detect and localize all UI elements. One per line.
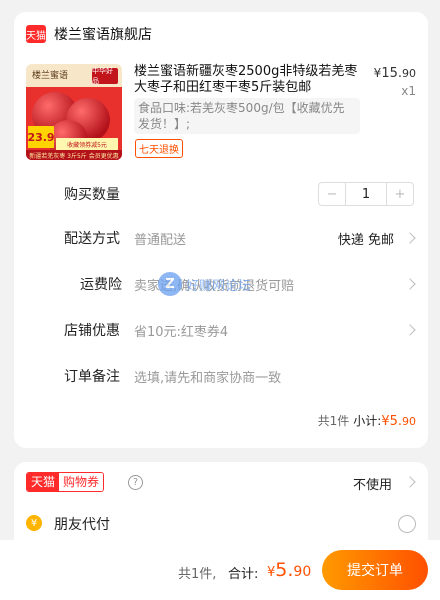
friend-pay-label: 朋友代付: [54, 517, 110, 533]
tmall-coupon-badge: 天猫 购物券: [26, 472, 105, 492]
footer-total-integer: 5.: [275, 559, 294, 581]
help-icon[interactable]: ?: [128, 475, 143, 490]
tmall-coupon-badge-a: 天猫: [27, 473, 60, 491]
watermark-text: 好赚网论坛: [186, 278, 252, 294]
product-spec[interactable]: 食品口味:若羌灰枣500g/包【收藏优先发货！】;: [134, 98, 360, 134]
delivery-label: 配送方式: [64, 231, 120, 247]
watermark-logo-icon: Z: [158, 272, 182, 296]
product-image-brand: 楼兰蜜语: [32, 71, 69, 81]
increment-button[interactable]: +: [387, 183, 413, 205]
forum-watermark: Z 好赚网论坛: [158, 272, 251, 296]
shop-header[interactable]: 天猫 楼兰蜜语旗舰店: [26, 24, 152, 44]
price-decimal: 90: [402, 67, 416, 80]
chevron-right-icon: [404, 232, 416, 244]
submit-order-button[interactable]: 提交订单: [322, 550, 428, 590]
decrement-button[interactable]: −: [319, 183, 345, 205]
quantity-row: 购买数量 − 1 +: [14, 182, 428, 206]
delivery-row[interactable]: 配送方式 普通配送 快递 免邮: [14, 226, 428, 250]
remark-input[interactable]: 选填,请先和商家协商一致: [134, 367, 281, 386]
subtotal-decimal: 90: [402, 415, 416, 428]
subtotal: 共1件 小计:¥5.90: [318, 412, 416, 429]
product-image[interactable]: 楼兰蜜语 中华好品 23.9 收藏领券减5元 新疆若羌灰枣 3斤5斤 会员更优惠: [26, 64, 122, 160]
product-quantity: x1: [401, 84, 416, 98]
friend-pay-row[interactable]: ¥ 朋友代付: [14, 510, 428, 538]
chevron-right-icon: [404, 324, 416, 336]
remark-label: 订单备注: [64, 369, 120, 385]
insurance-label: 运费险: [80, 277, 122, 293]
tmall-coupon-row[interactable]: 天猫 购物券 ? 不使用: [14, 468, 428, 496]
footer-total-decimal: 90: [293, 564, 312, 580]
chevron-right-icon: [404, 278, 416, 290]
yen-coin-icon: ¥: [26, 515, 42, 531]
discount-label: 店铺优惠: [64, 323, 120, 339]
footer-count: 共1件,: [178, 567, 217, 582]
chevron-right-icon: [404, 476, 416, 488]
subtotal-integer: 5.: [389, 414, 402, 429]
delivery-value: 普通配送: [134, 232, 187, 248]
shop-discount-row[interactable]: 店铺优惠 省10元:红枣券4: [14, 318, 428, 342]
footer-total-label: 合计:: [228, 567, 259, 582]
product-image-promo: 收藏领券减5元: [56, 138, 118, 150]
tmall-icon: 天猫: [26, 25, 46, 43]
price-integer: 15.: [381, 66, 402, 81]
product-price: ¥15.90: [374, 66, 416, 81]
subtotal-amount: ¥5.90: [381, 414, 416, 429]
shop-name[interactable]: 楼兰蜜语旗舰店: [54, 24, 152, 44]
product-image-price: 23.9: [27, 126, 55, 148]
quantity-stepper[interactable]: − 1 +: [318, 182, 414, 206]
delivery-option: 快递 免邮: [337, 232, 394, 248]
product-title[interactable]: 楼兰蜜语新疆灰枣2500g非特级若羌枣大枣子和田红枣干枣5斤装包邮: [134, 64, 366, 96]
payment-options-card: 天猫 购物券 ? 不使用 ¥ 朋友代付: [14, 462, 428, 550]
subtotal-label: 小计:: [353, 414, 382, 428]
return-policy-tag: 七天退换: [135, 139, 183, 158]
coupon-value: 不使用: [352, 478, 392, 493]
product-image-footer: 新疆若羌灰枣 3斤5斤 会员更优惠: [26, 150, 122, 160]
subtotal-count: 共1件: [317, 414, 350, 428]
remark-row: 订单备注 选填,请先和商家协商一致: [14, 364, 428, 388]
quantity-value[interactable]: 1: [345, 183, 387, 205]
footer-total-amount: ¥5.90: [267, 559, 311, 581]
friend-pay-radio[interactable]: [398, 515, 416, 533]
product-image-chip: 中华好品: [92, 67, 118, 85]
discount-value: 省10元:红枣券4: [134, 324, 229, 340]
subtotal-symbol: ¥: [381, 414, 390, 429]
checkout-footer: 共1件, 合计: ¥5.90 提交订单: [0, 540, 440, 600]
order-card: 天猫 楼兰蜜语旗舰店 楼兰蜜语 中华好品 23.9 收藏领券减5元 新疆若羌灰枣…: [14, 12, 428, 448]
tmall-coupon-badge-b: 购物券: [59, 473, 104, 491]
quantity-label: 购买数量: [64, 187, 120, 203]
